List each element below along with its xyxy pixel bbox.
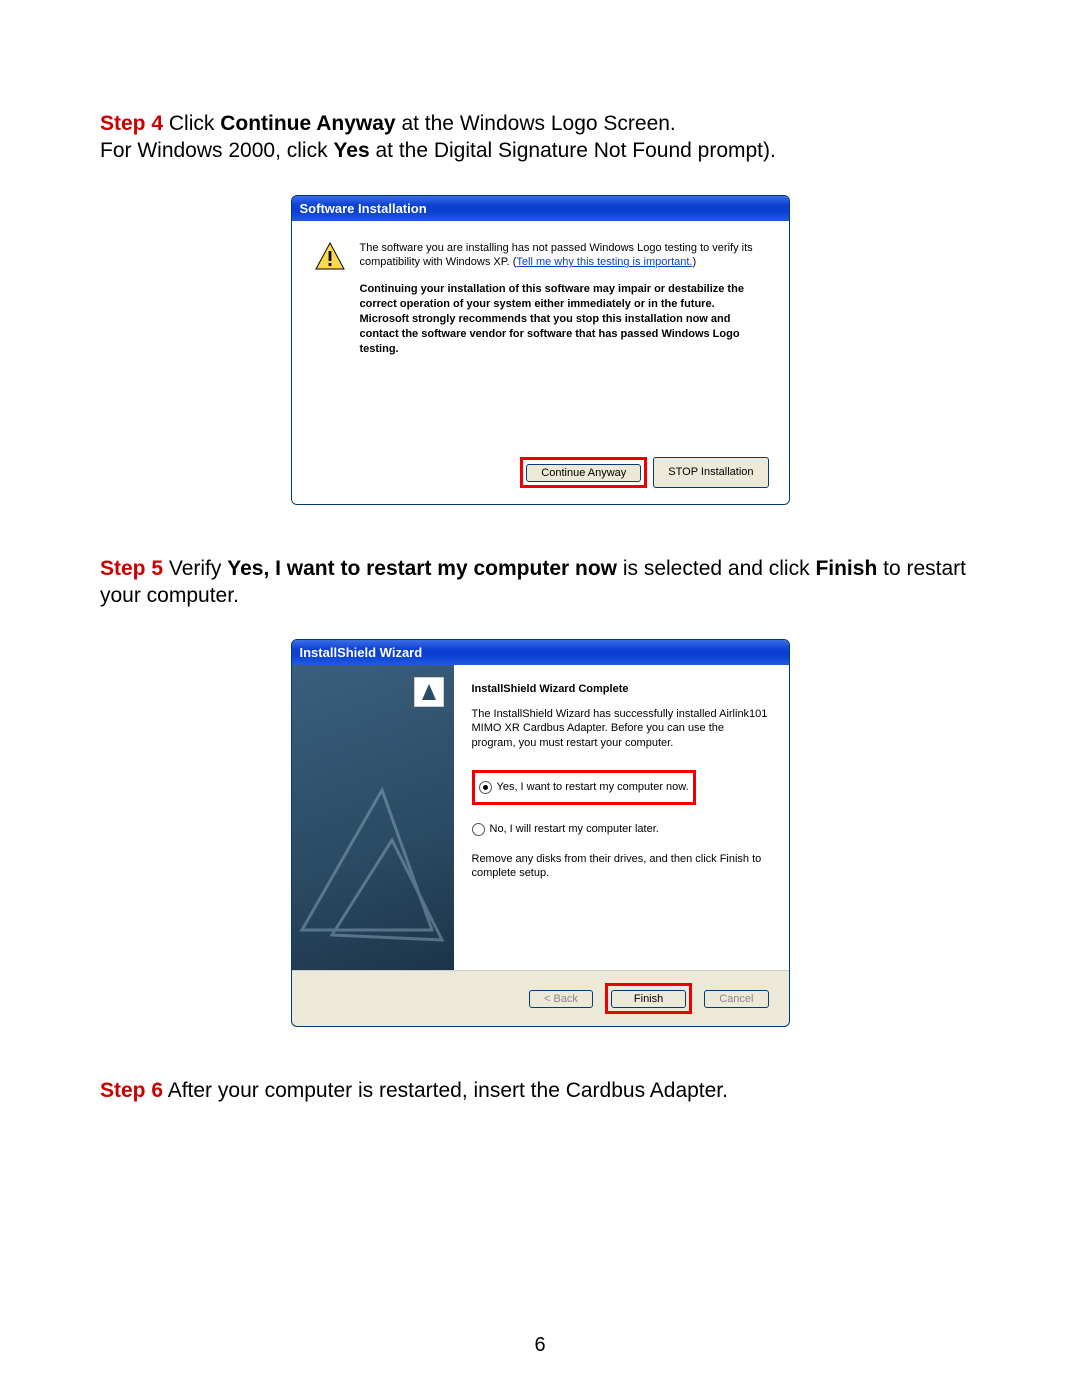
step5-paragraph: Step 5 Verify Yes, I want to restart my … (100, 555, 980, 610)
highlight-box: Yes, I want to restart my computer now. (472, 770, 696, 805)
radio-selected-icon (479, 781, 492, 794)
dialog-warning-bold: Continuing your installation of this sof… (360, 282, 767, 356)
warning-icon (314, 241, 346, 357)
page-number: 6 (0, 1334, 1080, 1357)
tell-me-why-link[interactable]: Tell me why this testing is important. (516, 256, 692, 268)
software-installation-dialog: Software Installation The software you a… (291, 195, 790, 505)
step6-paragraph: Step 6 After your computer is restarted,… (100, 1077, 980, 1104)
dialog-title: InstallShield Wizard (292, 640, 789, 665)
stop-installation-button[interactable]: STOP Installation (653, 457, 768, 488)
continue-anyway-button[interactable]: Continue Anyway (526, 464, 641, 482)
installshield-logo-icon (414, 677, 444, 707)
step4-paragraph: Step 4 Click Continue Anyway at the Wind… (100, 110, 980, 165)
wizard-button-row: < Back Finish Cancel (292, 970, 789, 1026)
installshield-wizard-dialog: InstallShield Wizard InstallShield Wizar… (291, 639, 790, 1027)
dialog-button-row: Continue Anyway STOP Installation (292, 367, 789, 504)
radio-unselected-icon (472, 823, 485, 836)
wizard-main-panel: InstallShield Wizard Complete The Instal… (454, 665, 789, 970)
wizard-paragraph-1: The InstallShield Wizard has successfull… (472, 707, 771, 750)
step4-label: Step 4 (100, 112, 163, 135)
step5-label: Step 5 (100, 557, 163, 580)
back-button: < Back (529, 990, 593, 1008)
restart-later-radio[interactable]: No, I will restart my computer later. (472, 823, 771, 836)
highlight-box: Continue Anyway (520, 457, 647, 488)
wizard-paragraph-2: Remove any disks from their drives, and … (472, 852, 771, 881)
dialog-title: Software Installation (292, 196, 789, 221)
cancel-button: Cancel (704, 990, 768, 1008)
highlight-box: Finish (605, 983, 692, 1014)
wizard-heading: InstallShield Wizard Complete (472, 683, 771, 695)
restart-now-radio[interactable]: Yes, I want to restart my computer now. (479, 781, 689, 794)
wizard-side-panel (292, 665, 454, 970)
finish-button[interactable]: Finish (611, 990, 686, 1008)
dialog-message: The software you are installing has not … (360, 241, 767, 357)
step6-label: Step 6 (100, 1079, 163, 1102)
